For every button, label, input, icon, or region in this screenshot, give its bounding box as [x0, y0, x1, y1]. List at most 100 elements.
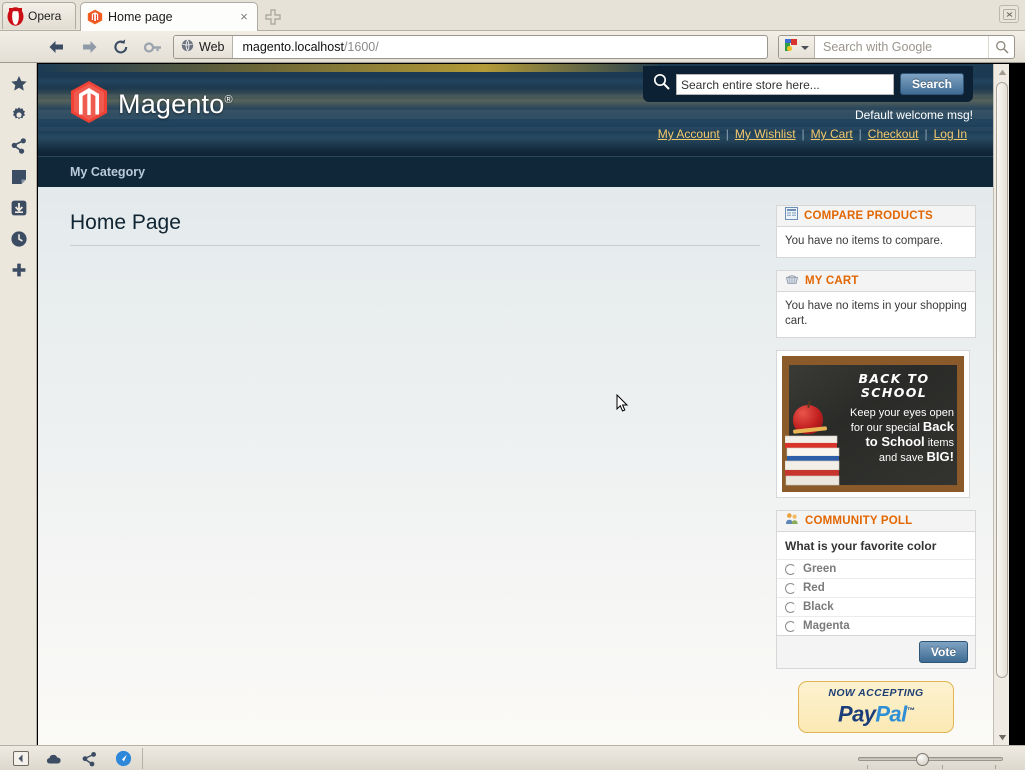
poll-option-black[interactable]: Black — [777, 597, 975, 616]
window-close-button[interactable] — [999, 5, 1019, 23]
main-column: Home Page — [38, 187, 768, 246]
vote-button[interactable]: Vote — [918, 641, 968, 663]
poll-option-red[interactable]: Red — [777, 578, 975, 597]
sidebar-panel — [0, 63, 37, 745]
zoom-tick — [867, 765, 868, 769]
sidebar-item-history[interactable] — [10, 230, 28, 253]
my-cart-title: MY CART — [805, 275, 859, 287]
radio-icon[interactable] — [785, 620, 796, 632]
sidebar-item-settings[interactable] — [10, 106, 28, 129]
scrollbar-thumb[interactable] — [996, 82, 1008, 678]
radio-icon[interactable] — [785, 601, 796, 613]
compare-products-title: COMPARE PRODUCTS — [804, 210, 933, 222]
poll-option-label: Green — [803, 563, 837, 575]
promo-banner[interactable]: BACK TO SCHOOL Keep your eyes open for o… — [776, 350, 970, 498]
sidebar-item-bookmarks[interactable] — [10, 75, 28, 95]
sidebar-column: COMPARE PRODUCTS You have no items to co… — [776, 205, 976, 733]
new-tab-button[interactable] — [264, 8, 282, 26]
opera-logo-icon — [7, 6, 24, 26]
note-icon — [10, 168, 28, 191]
store-search-input[interactable]: Search entire store here... — [676, 73, 894, 95]
link-my-wishlist[interactable]: My Wishlist — [729, 127, 802, 141]
community-poll-header: COMMUNITY POLL — [776, 510, 976, 532]
forward-button[interactable] — [78, 36, 100, 58]
url-host: magento.localhost — [242, 40, 344, 54]
weather-button[interactable] — [46, 750, 64, 767]
sidebar-item-share[interactable] — [10, 137, 28, 160]
scroll-up-arrow-icon[interactable] — [994, 64, 1009, 80]
gear-icon — [10, 106, 28, 129]
books-graphic — [784, 424, 841, 486]
panel-toggle-button[interactable] — [12, 750, 30, 767]
radio-icon[interactable] — [785, 563, 796, 575]
reload-button[interactable] — [110, 36, 132, 58]
poll-footer: Vote — [777, 635, 975, 668]
my-cart-empty: You have no items in your shopping cart. — [776, 292, 976, 338]
plus-icon — [10, 261, 28, 284]
banner-line-4: and save BIG! — [878, 449, 954, 465]
wand-button[interactable] — [142, 36, 164, 58]
store-search-button[interactable]: Search — [899, 73, 964, 95]
browser-search-input[interactable]: Search with Google — [815, 40, 988, 54]
zoom-slider-handle[interactable] — [916, 753, 929, 766]
zoom-tick — [995, 765, 996, 769]
tab-title: Home page — [108, 10, 173, 24]
link-checkout[interactable]: Checkout — [862, 127, 925, 141]
link-log-in[interactable]: Log In — [928, 127, 973, 141]
opera-menu-button[interactable]: Opera — [2, 2, 76, 29]
scroll-down-arrow-icon[interactable] — [994, 729, 1009, 745]
browser-window: Opera Home page × Web magento.localhost/… — [0, 0, 1025, 770]
tab-close-icon[interactable]: × — [237, 10, 251, 24]
banner-line-3: to School items — [865, 434, 954, 450]
tab-bar: Opera Home page × — [0, 0, 1025, 31]
community-poll-block: COMMUNITY POLL What is your favorite col… — [776, 510, 976, 669]
store-logo-text: Magento® — [118, 89, 233, 119]
status-bar-divider — [142, 748, 143, 769]
paypal-badge[interactable]: NOW ACCEPTING PayPal™ — [798, 681, 954, 733]
search-submit-icon[interactable] — [988, 36, 1014, 58]
poll-body: What is your favorite color Green Red Bl… — [776, 532, 976, 669]
poll-option-label: Magenta — [803, 620, 850, 632]
compare-icon — [785, 207, 798, 225]
search-scope-selector[interactable]: Web — [174, 36, 234, 58]
store-logo[interactable]: Magento® — [70, 80, 233, 129]
poll-option-magenta[interactable]: Magenta — [777, 616, 975, 635]
download-icon — [10, 199, 28, 222]
link-my-account[interactable]: My Account — [652, 127, 726, 141]
sidebar-item-notes[interactable] — [10, 168, 28, 191]
title-divider — [70, 245, 760, 246]
address-bar-url: magento.localhost/1600/ — [233, 40, 378, 54]
share-button[interactable] — [80, 750, 98, 767]
sidebar-item-add-panel[interactable] — [10, 263, 28, 281]
zoom-slider[interactable] — [858, 753, 1003, 769]
poll-option-label: Black — [803, 601, 834, 613]
nav-item-my-category[interactable]: My Category — [70, 165, 145, 179]
cart-icon — [785, 272, 799, 290]
search-icon — [653, 73, 670, 95]
navigation-toolbar: Web magento.localhost/1600/ Search with … — [0, 31, 1025, 63]
banner-line-1: Keep your eyes open — [850, 407, 954, 419]
browser-search-bar[interactable]: Search with Google — [778, 35, 1015, 59]
magento-favicon-icon — [87, 9, 103, 25]
chevron-down-icon — [801, 38, 809, 56]
back-button[interactable] — [45, 36, 67, 58]
speed-dial-button[interactable] — [114, 750, 132, 767]
google-icon — [784, 38, 798, 57]
my-cart-block: MY CART You have no items in your shoppi… — [776, 270, 976, 338]
radio-icon[interactable] — [785, 582, 796, 594]
banner-line-2: for our special Back — [850, 419, 954, 435]
poll-icon — [785, 512, 799, 530]
address-bar[interactable]: Web magento.localhost/1600/ — [173, 35, 768, 59]
poll-question: What is your favorite color — [785, 539, 937, 553]
browser-tab[interactable]: Home page × — [80, 2, 258, 31]
status-bar — [0, 745, 1025, 770]
page-scrollbar[interactable] — [993, 64, 1009, 745]
clock-icon — [10, 230, 28, 253]
search-engine-selector[interactable] — [779, 36, 815, 58]
sidebar-item-downloads[interactable] — [10, 199, 28, 222]
share-icon — [10, 137, 28, 160]
poll-option-green[interactable]: Green — [777, 559, 975, 578]
zoom-tick — [942, 765, 943, 769]
web-page: Magento® Search entire store here... Sea… — [38, 64, 993, 745]
link-my-cart[interactable]: My Cart — [805, 127, 859, 141]
